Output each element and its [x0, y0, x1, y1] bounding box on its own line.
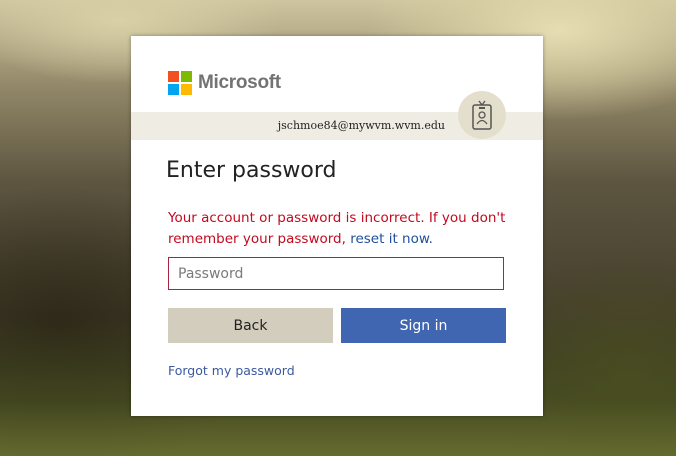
error-message: Your account or password is incorrect. I…	[168, 208, 518, 250]
brand-name: Microsoft	[198, 72, 281, 93]
reset-password-link[interactable]: reset it now.	[350, 231, 433, 247]
microsoft-logo-icon	[168, 71, 192, 95]
forgot-password-link[interactable]: Forgot my password	[168, 363, 295, 378]
error-text: Your account or password is incorrect. I…	[168, 210, 506, 247]
sign-in-button[interactable]: Sign in	[341, 308, 506, 343]
password-field[interactable]	[168, 257, 504, 290]
account-email: jschmoe84@mywvm.wvm.edu	[277, 119, 445, 132]
microsoft-logo: Microsoft	[168, 71, 281, 95]
page-title: Enter password	[166, 158, 337, 183]
back-button[interactable]: Back	[168, 308, 333, 343]
signin-card: Microsoft jschmoe84@mywvm.wvm.edu Enter …	[131, 36, 543, 416]
id-badge-icon	[458, 91, 506, 139]
